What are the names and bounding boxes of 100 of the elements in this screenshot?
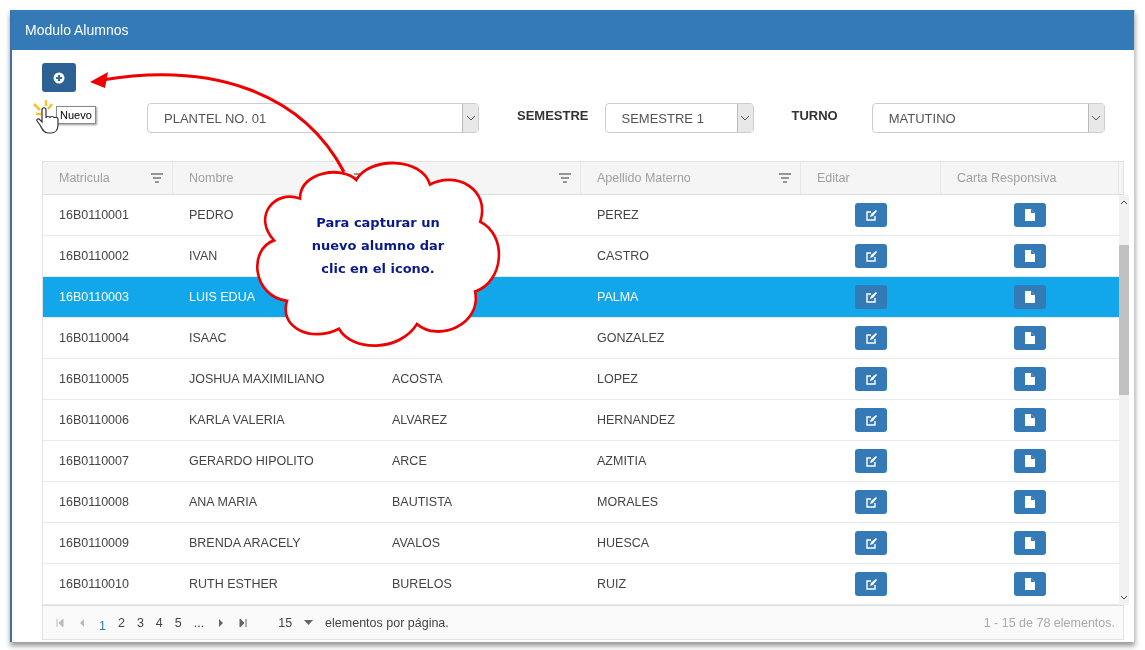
edit-icon: [865, 291, 877, 303]
page-link[interactable]: 1: [99, 618, 106, 633]
table-cell: 16B0110004: [59, 331, 129, 345]
panel-title: Modulo Alumnos: [25, 22, 129, 38]
edit-icon: [865, 414, 877, 426]
page-link[interactable]: 5: [174, 615, 182, 630]
table-cell: 16B0110008: [59, 495, 129, 509]
chevron-down-icon: [1091, 115, 1102, 121]
edit-button[interactable]: [855, 408, 887, 432]
filter-icon[interactable]: [778, 173, 792, 183]
document-button[interactable]: [1014, 531, 1046, 555]
table-cell: ANA MARIA: [189, 495, 258, 509]
table-row[interactable]: 16B0110009 BRENDA ARACELY AVALOS HUESCA: [43, 523, 1119, 564]
edit-icon: [865, 250, 877, 262]
filter-label: SEMESTRE: [516, 107, 590, 123]
filter-icon[interactable]: [558, 173, 572, 183]
document-icon: [1025, 578, 1035, 590]
document-button[interactable]: [1014, 285, 1046, 309]
edit-button[interactable]: [855, 244, 887, 268]
pager-summary: 1 - 15 de 78 elementos.: [983, 615, 1115, 630]
table-row[interactable]: 16B0110008 ANA MARIA BAUTISTA MORALES: [43, 482, 1119, 523]
table-cell: GERARDO HIPOLITO: [189, 454, 314, 468]
page-size-dropdown[interactable]: 15: [278, 615, 314, 630]
edit-icon: [865, 373, 877, 385]
page-link[interactable]: ...: [193, 615, 205, 630]
scroll-up-icon[interactable]: [1120, 199, 1128, 205]
table-cell: GONZALEZ: [597, 331, 665, 345]
document-icon: [1025, 291, 1035, 303]
edit-icon: [865, 209, 877, 221]
document-button[interactable]: [1014, 326, 1046, 350]
table-cell: BAUTISTA: [392, 495, 453, 509]
table-cell: JOSHUA MAXIMILIANO: [189, 372, 325, 386]
table-cell: 16B0110007: [59, 454, 129, 468]
table-cell: RUIZ: [597, 577, 627, 591]
table-cell: LUIS EDUA: [189, 290, 255, 304]
chevron-down-icon: [740, 115, 750, 121]
page-link[interactable]: 2: [117, 615, 125, 630]
edit-button[interactable]: [855, 490, 887, 514]
table-cell: HUESCA: [597, 536, 650, 550]
table-cell: BRENDA ARACELY: [189, 536, 301, 550]
table-cell: CASTRO: [597, 249, 650, 263]
dropdown-field[interactable]: MATUTINO: [871, 103, 1105, 133]
document-icon: [1025, 373, 1035, 385]
filter-icon[interactable]: [150, 173, 164, 183]
edit-icon: [865, 578, 877, 590]
document-icon: [1025, 414, 1035, 426]
table-cell: 16B0110009: [59, 536, 129, 550]
edit-button[interactable]: [855, 367, 887, 391]
table-cell: KARLA VALERIA: [189, 413, 285, 427]
document-icon: [1025, 332, 1035, 344]
last-page-icon[interactable]: [238, 617, 249, 628]
page-link[interactable]: 3: [136, 615, 144, 630]
table-cell: 16B0110003: [59, 290, 129, 304]
chevron-down-icon: [465, 115, 476, 121]
edit-button[interactable]: [855, 449, 887, 473]
document-button[interactable]: [1014, 449, 1046, 473]
edit-button[interactable]: [855, 531, 887, 555]
document-button[interactable]: [1014, 408, 1046, 432]
edit-icon: [865, 537, 877, 549]
edit-icon: [865, 496, 877, 508]
plus-circle-icon: [53, 71, 65, 84]
document-button[interactable]: [1014, 203, 1046, 227]
table-cell: 16B0110002: [59, 249, 129, 263]
table-cell: BURELOS: [392, 577, 452, 591]
table-row[interactable]: 16B0110006 KARLA VALERIA ALVAREZ HERNANDEZ: [43, 400, 1119, 441]
edit-button[interactable]: [855, 285, 887, 309]
page-link[interactable]: 4: [155, 615, 163, 630]
add-button[interactable]: [42, 63, 76, 92]
caret-down-icon: [304, 620, 314, 625]
document-icon: [1025, 455, 1035, 467]
tooltip: Nuevo: [56, 106, 96, 124]
document-button[interactable]: [1014, 367, 1046, 391]
edit-icon: [865, 332, 877, 344]
table-cell: PEREZ: [597, 208, 639, 222]
table-row[interactable]: 16B0110007 GERARDO HIPOLITO ARCE AZMITIA: [43, 441, 1119, 482]
hand-cursor-icon: [32, 98, 62, 134]
document-icon: [1025, 250, 1035, 262]
scrollbar[interactable]: [1119, 195, 1129, 605]
dropdown-field[interactable]: PLANTEL NO. 01: [147, 103, 479, 133]
table-cell: ACOSTA: [392, 372, 443, 386]
document-icon: [1025, 537, 1035, 549]
edit-button[interactable]: [855, 572, 887, 596]
table-cell: LOPEZ: [597, 372, 638, 386]
table-cell: RUTH ESTHER: [189, 577, 278, 591]
table-cell: AZMITIA: [597, 454, 647, 468]
document-button[interactable]: [1014, 572, 1046, 596]
page-size-label: elementos por página.: [325, 615, 449, 630]
table-cell: 16B0110005: [59, 372, 129, 386]
filter-label: TURNO: [790, 107, 839, 123]
dropdown-field[interactable]: SEMESTRE 1: [604, 103, 754, 133]
table-cell: 16B0110010: [59, 577, 129, 591]
document-button[interactable]: [1014, 490, 1046, 514]
table-row[interactable]: 16B0110005 JOSHUA MAXIMILIANO ACOSTA LOPEZ: [43, 359, 1119, 400]
edit-button[interactable]: [855, 326, 887, 350]
document-button[interactable]: [1014, 244, 1046, 268]
table-cell: ARCE: [392, 454, 427, 468]
scroll-down-icon[interactable]: [1120, 595, 1128, 601]
document-icon: [1025, 496, 1035, 508]
table-cell: IVAN: [189, 249, 218, 263]
edit-button[interactable]: [855, 203, 887, 227]
